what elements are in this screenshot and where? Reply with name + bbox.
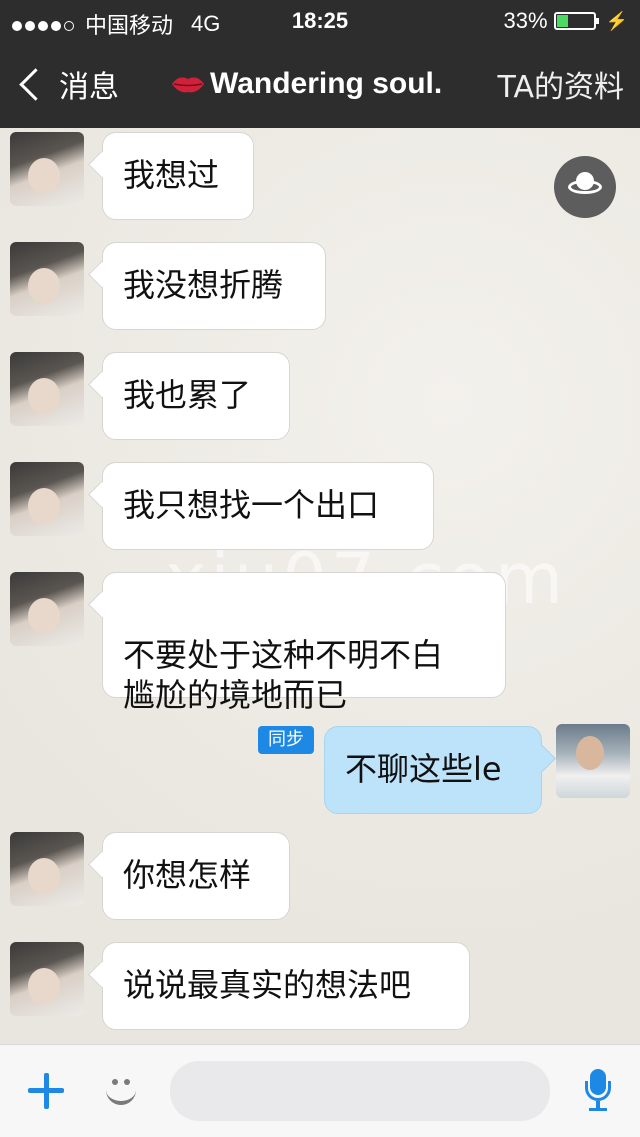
message-bubble[interactable]: 你想怎样: [102, 832, 290, 920]
message-text: 不聊这些le: [345, 750, 502, 788]
battery-percent: 33%: [503, 8, 548, 33]
chat-title-text: Wandering soul.: [210, 67, 443, 100]
my-message-bubble[interactable]: 不聊这些le: [324, 726, 542, 814]
charging-icon: ⚡: [605, 10, 628, 31]
message-text: 说说最真实的想法吧: [123, 966, 412, 1004]
message-bubble[interactable]: 不要处于这种不明不白 尴尬的境地而已: [102, 572, 506, 714]
message-bubble[interactable]: 我想过: [102, 132, 254, 220]
contact-avatar[interactable]: [10, 352, 84, 426]
battery-icon: [553, 12, 599, 30]
contact-avatar[interactable]: [10, 462, 84, 536]
status-bar: 中国移动 4G 18:25 33% ⚡: [0, 0, 640, 40]
message-text: 我没想折腾: [123, 266, 284, 304]
message-text: 你想怎样: [123, 856, 252, 894]
message-text: 我只想找一个出口: [123, 486, 380, 524]
lips-icon: [172, 77, 204, 93]
mic-arc: [585, 1081, 611, 1101]
ufo-float-button[interactable]: [554, 156, 616, 218]
message-input[interactable]: [170, 1061, 550, 1121]
chat-title: Wandering soul.: [170, 40, 442, 128]
back-button[interactable]: 消息: [16, 40, 119, 128]
nav-bar: 消息 Wandering soul. TA的资料: [0, 40, 640, 128]
chat-area[interactable]: xiu07.com 我想过 我没想折腾 我也累了 我只想找一个出口 不要处于这种…: [0, 128, 640, 1044]
ufo-ring: [568, 180, 602, 194]
sync-badge: 同步: [258, 726, 314, 754]
contact-avatar[interactable]: [10, 572, 84, 646]
my-avatar[interactable]: [556, 724, 630, 798]
smile-mouth: [106, 1079, 136, 1105]
smile-icon[interactable]: [104, 1073, 138, 1107]
plus-icon[interactable]: [26, 1071, 66, 1111]
message-text: 我想过: [123, 156, 220, 194]
message-bubble[interactable]: 我也累了: [102, 352, 290, 440]
message-bubble[interactable]: 我没想折腾: [102, 242, 326, 330]
input-bar: [0, 1044, 640, 1137]
battery-fill: [556, 15, 569, 27]
chevron-left-icon: [19, 67, 52, 101]
contact-avatar[interactable]: [10, 942, 84, 1016]
message-text: 不要处于这种不明不白 尴尬的境地而已: [123, 636, 444, 714]
microphone-icon[interactable]: [584, 1069, 612, 1113]
contact-avatar[interactable]: [10, 132, 84, 206]
message-text: 我也累了: [123, 376, 252, 414]
profile-button[interactable]: TA的资料: [497, 40, 624, 128]
contact-avatar[interactable]: [10, 242, 84, 316]
message-bubble[interactable]: 我只想找一个出口: [102, 462, 434, 550]
mic-base: [589, 1108, 607, 1111]
back-label: 消息: [59, 70, 119, 105]
contact-avatar[interactable]: [10, 832, 84, 906]
message-bubble[interactable]: 说说最真实的想法吧: [102, 942, 470, 1030]
